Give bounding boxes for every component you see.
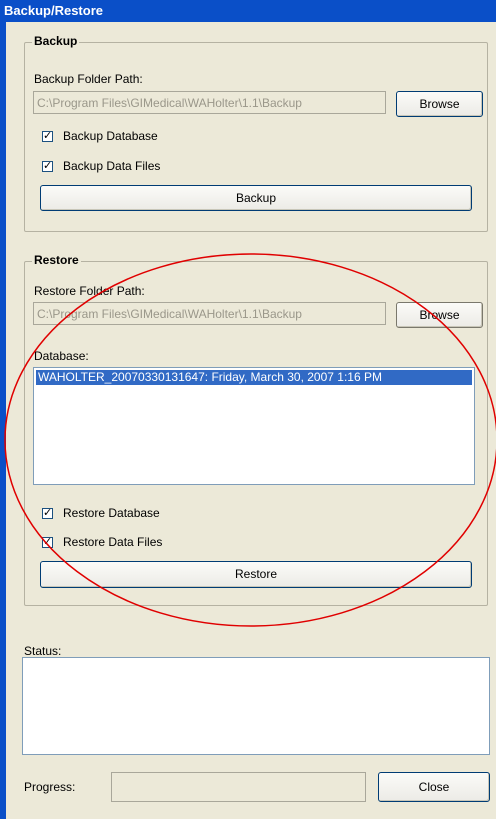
list-item[interactable]: WAHOLTER_20070330131647: Friday, March 3… (36, 370, 472, 385)
restore-browse-button[interactable]: Browse (396, 302, 483, 328)
progress-label: Progress: (24, 780, 76, 794)
backup-data-files-checkbox[interactable]: ✓ (42, 161, 53, 172)
close-button[interactable]: Close (378, 772, 490, 802)
check-icon: ✓ (43, 536, 53, 548)
database-label: Database: (34, 349, 89, 363)
status-box (22, 657, 490, 755)
backup-data-files-label: Backup Data Files (63, 159, 161, 173)
restore-database-label: Restore Database (63, 506, 160, 520)
backup-database-checkbox[interactable]: ✓ (42, 131, 53, 142)
restore-folder-label: Restore Folder Path: (34, 284, 145, 298)
database-list[interactable]: WAHOLTER_20070330131647: Friday, March 3… (33, 367, 475, 485)
window-border (0, 22, 6, 819)
restore-data-files-label: Restore Data Files (63, 535, 163, 549)
check-icon: ✓ (43, 160, 53, 172)
restore-legend: Restore (32, 253, 81, 267)
restore-data-files-checkbox[interactable]: ✓ (42, 537, 53, 548)
check-icon: ✓ (43, 507, 53, 519)
backup-browse-button[interactable]: Browse (396, 91, 483, 117)
restore-database-checkbox[interactable]: ✓ (42, 508, 53, 519)
backup-legend: Backup (32, 34, 80, 48)
backup-button[interactable]: Backup (40, 185, 472, 211)
restore-folder-input[interactable]: C:\Program Files\GIMedical\WAHolter\1.1\… (33, 302, 386, 325)
progress-bar (111, 772, 366, 802)
window-title: Backup/Restore (0, 0, 496, 22)
status-label: Status: (24, 644, 62, 658)
backup-database-label: Backup Database (63, 129, 158, 143)
backup-folder-label: Backup Folder Path: (34, 72, 143, 86)
backup-folder-input[interactable]: C:\Program Files\GIMedical\WAHolter\1.1\… (33, 91, 386, 114)
check-icon: ✓ (43, 130, 53, 142)
restore-button[interactable]: Restore (40, 561, 472, 588)
